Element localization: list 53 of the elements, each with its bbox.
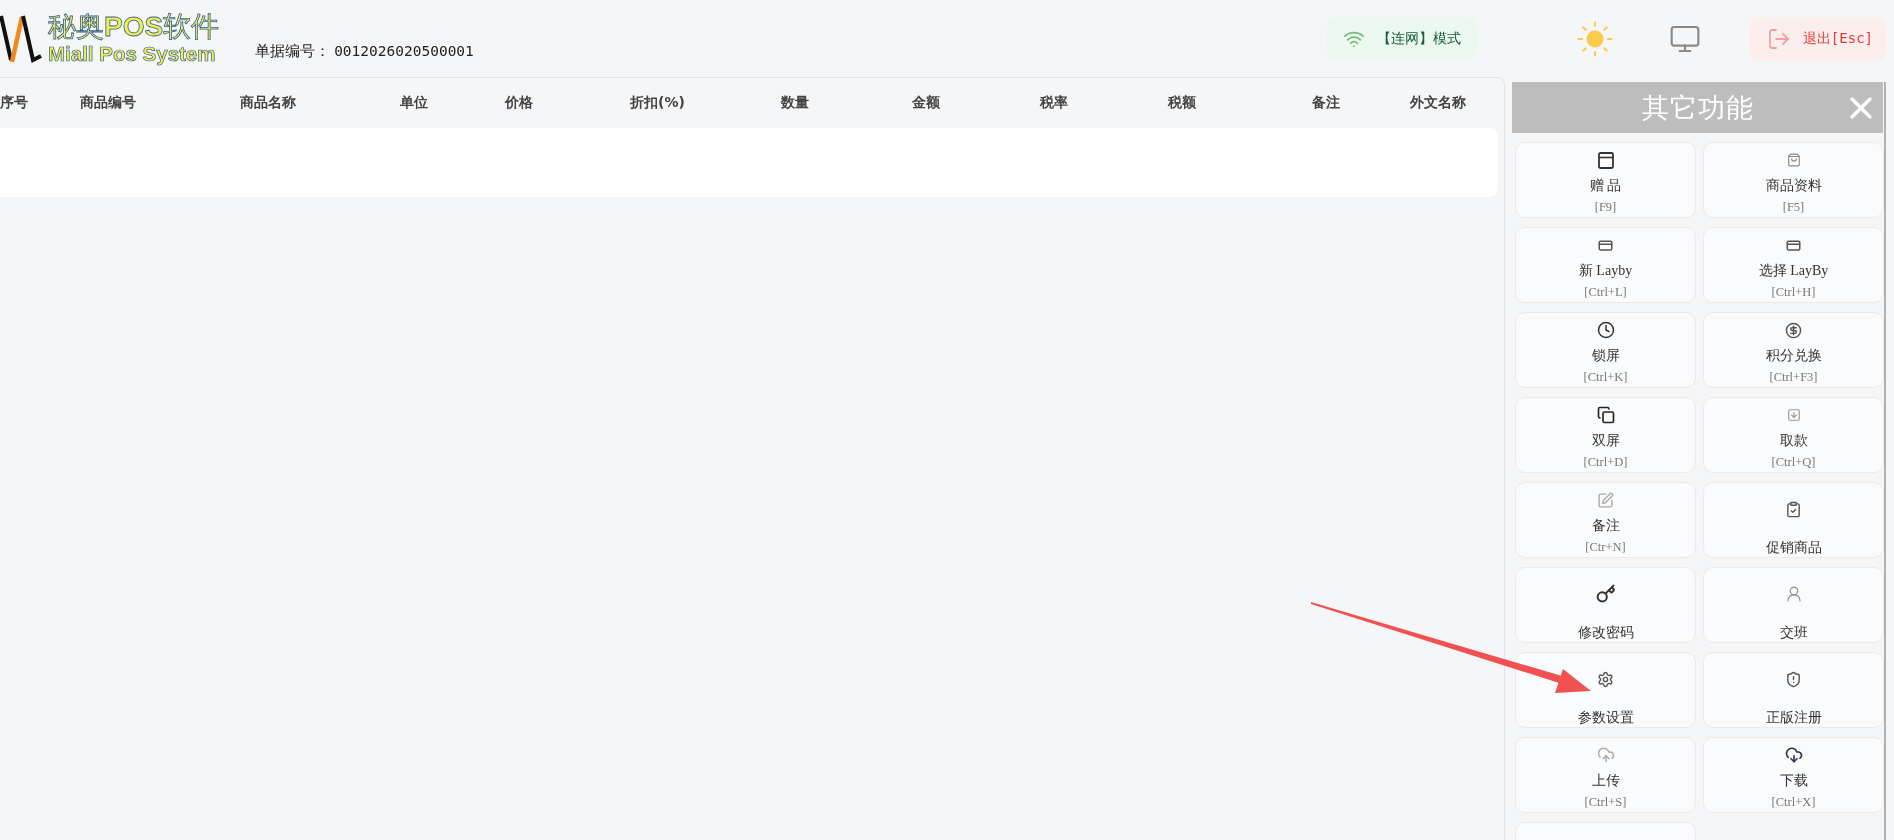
dollar-icon xyxy=(1785,321,1802,339)
function-button[interactable]: 锁屏 [Ctrl+K] xyxy=(1515,312,1696,388)
function-button[interactable]: 下载 [Ctrl+X] xyxy=(1703,737,1884,813)
key-icon xyxy=(1595,584,1616,604)
box-icon xyxy=(1597,151,1614,169)
column-header: 外文名称 xyxy=(1410,94,1467,112)
zigzag-logo-icon xyxy=(0,13,42,64)
download-icon xyxy=(1784,746,1803,764)
exit-button[interactable]: 退出[Esc] xyxy=(1748,16,1887,61)
network-mode-text: 【连网】模式 xyxy=(1376,29,1461,48)
settings-icon xyxy=(1597,670,1614,688)
user-icon xyxy=(1784,585,1803,603)
function-button[interactable]: 商品资料 [F5] xyxy=(1703,142,1884,218)
document-number: 0012026020500001 xyxy=(334,43,474,59)
function-button[interactable]: 积分兑换 [Ctrl+F3] xyxy=(1703,312,1884,388)
function-button[interactable]: 备注 [Ctr+N] xyxy=(1515,482,1696,558)
column-header: 折扣(%) xyxy=(630,94,686,112)
card-icon xyxy=(1786,237,1801,253)
card-icon xyxy=(1598,237,1613,253)
column-header: 税率 xyxy=(1040,94,1069,112)
column-header: 商品名称 xyxy=(240,94,297,112)
function-button[interactable]: 上传 [Ctrl+S] xyxy=(1515,737,1696,813)
function-button[interactable]: 选择 LayBy [Ctrl+H] xyxy=(1703,227,1884,303)
copy-icon xyxy=(1596,406,1615,424)
function-button[interactable]: 修改密码 xyxy=(1515,567,1696,643)
column-header: 税额 xyxy=(1168,94,1197,112)
column-header: 价格 xyxy=(505,94,534,112)
column-header: 序号 xyxy=(0,94,29,112)
function-button[interactable]: 取款 [Ctrl+Q] xyxy=(1703,397,1884,473)
function-button[interactable]: 正版注册 xyxy=(1703,652,1884,728)
panel-title: 其它功能 xyxy=(1641,90,1754,125)
sun-icon[interactable] xyxy=(1576,20,1613,57)
shield-icon xyxy=(1785,670,1802,688)
bag-icon xyxy=(1786,153,1801,167)
function-button[interactable]: 交班 xyxy=(1703,567,1884,643)
column-header: 单位 xyxy=(400,94,429,112)
logo-title: 秘奥POS软件 xyxy=(48,12,220,41)
function-button[interactable]: 促销商品 xyxy=(1703,482,1884,558)
function-button[interactable]: 双屏 [Ctrl+D] xyxy=(1515,397,1696,473)
upload-icon xyxy=(1596,746,1615,764)
column-header: 数量 xyxy=(781,94,810,112)
logo-subtitle: Miall Pos System xyxy=(48,43,217,65)
function-button[interactable]: 参数设置 xyxy=(1515,652,1696,728)
edit-icon xyxy=(1597,491,1614,509)
column-header: 金额 xyxy=(912,94,941,112)
function-button[interactable]: 新 Layby [Ctrl+L] xyxy=(1515,227,1696,303)
function-button[interactable]: 赠 品 [F9] xyxy=(1515,142,1696,218)
clipboard-icon xyxy=(1785,500,1802,518)
document-number-label: 单据编号： xyxy=(255,42,331,61)
exit-icon xyxy=(1766,26,1791,51)
column-header: 商品编号 xyxy=(80,94,137,112)
column-header: 备注 xyxy=(1312,94,1341,112)
clock-icon xyxy=(1596,321,1615,339)
